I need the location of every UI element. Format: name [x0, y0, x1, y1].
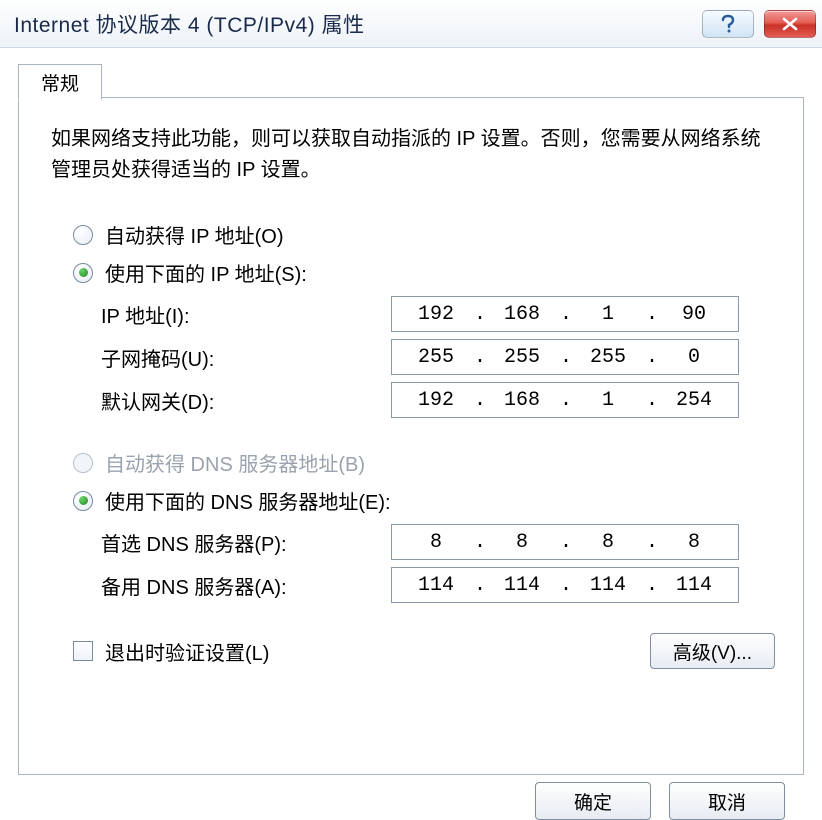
content-area: 常规 如果网络支持此功能，则可以获取自动指派的 IP 设置。否则，您需要从网络系…	[0, 48, 822, 775]
octet[interactable]: 255	[484, 346, 560, 369]
tab-strip: 常规	[18, 58, 804, 98]
tab-general[interactable]: 常规	[18, 64, 102, 100]
octet[interactable]: 114	[570, 574, 646, 597]
radio-icon	[73, 453, 93, 473]
octet[interactable]: 1	[570, 303, 646, 326]
field-label: IP 地址(I):	[101, 300, 391, 329]
octet[interactable]: 1	[570, 389, 646, 412]
octet[interactable]: 168	[484, 303, 560, 326]
field-label: 子网掩码(U):	[101, 343, 391, 372]
tab-panel: 如果网络支持此功能，则可以获取自动指派的 IP 设置。否则，您需要从网络系统管理…	[18, 97, 804, 775]
subnet-mask-input[interactable]: 255. 255. 255. 0	[391, 339, 739, 375]
cancel-button[interactable]: 取消	[669, 782, 785, 820]
row-preferred-dns: 首选 DNS 服务器(P): 8. 8. 8. 8	[101, 524, 775, 560]
radio-label: 使用下面的 DNS 服务器地址(E):	[105, 486, 391, 515]
octet[interactable]: 168	[484, 389, 560, 412]
octet[interactable]: 8	[656, 531, 732, 554]
octet[interactable]: 90	[656, 303, 732, 326]
radio-icon	[73, 225, 93, 245]
octet[interactable]: 114	[398, 574, 474, 597]
validate-checkbox-row[interactable]: 退出时验证设置(L)	[73, 637, 269, 666]
ip-group: 自动获得 IP 地址(O) 使用下面的 IP 地址(S): IP 地址(I): …	[73, 220, 775, 418]
octet[interactable]: 192	[398, 303, 474, 326]
alternate-dns-input[interactable]: 114. 114. 114. 114	[391, 567, 739, 603]
dns-group: 自动获得 DNS 服务器地址(B) 使用下面的 DNS 服务器地址(E): 首选…	[73, 448, 775, 603]
checkbox-label: 退出时验证设置(L)	[105, 637, 269, 666]
titlebar: Internet 协议版本 4 (TCP/IPv4) 属性	[0, 0, 822, 48]
octet[interactable]: 255	[398, 346, 474, 369]
octet[interactable]: 192	[398, 389, 474, 412]
radio-icon	[73, 263, 93, 283]
field-label: 首选 DNS 服务器(P):	[101, 528, 391, 557]
radio-dns-manual[interactable]: 使用下面的 DNS 服务器地址(E):	[73, 486, 775, 515]
ip-address-input[interactable]: 192. 168. 1. 90	[391, 296, 739, 332]
octet[interactable]: 8	[484, 531, 560, 554]
radio-label: 自动获得 IP 地址(O)	[105, 220, 284, 249]
radio-label: 自动获得 DNS 服务器地址(B)	[105, 448, 365, 477]
dialog-footer: 确定 取消	[535, 782, 785, 820]
octet[interactable]: 114	[484, 574, 560, 597]
checkbox-icon	[73, 641, 93, 661]
row-subnet-mask: 子网掩码(U): 255. 255. 255. 0	[101, 339, 775, 375]
octet[interactable]: 0	[656, 346, 732, 369]
row-default-gateway: 默认网关(D): 192. 168. 1. 254	[101, 382, 775, 418]
radio-dns-auto: 自动获得 DNS 服务器地址(B)	[73, 448, 775, 477]
bottom-row: 退出时验证设置(L) 高级(V)...	[73, 633, 775, 669]
ok-button[interactable]: 确定	[535, 782, 651, 820]
octet[interactable]: 254	[656, 389, 732, 412]
intro-text: 如果网络支持此功能，则可以获取自动指派的 IP 设置。否则，您需要从网络系统管理…	[47, 124, 775, 186]
octet[interactable]: 255	[570, 346, 646, 369]
field-label: 默认网关(D):	[101, 386, 391, 415]
radio-ip-auto[interactable]: 自动获得 IP 地址(O)	[73, 220, 775, 249]
default-gateway-input[interactable]: 192. 168. 1. 254	[391, 382, 739, 418]
field-label: 备用 DNS 服务器(A):	[101, 571, 391, 600]
octet[interactable]: 114	[656, 574, 732, 597]
help-button[interactable]	[702, 10, 754, 38]
advanced-button[interactable]: 高级(V)...	[650, 633, 775, 669]
octet[interactable]: 8	[398, 531, 474, 554]
row-alternate-dns: 备用 DNS 服务器(A): 114. 114. 114. 114	[101, 567, 775, 603]
radio-icon	[73, 491, 93, 511]
window-title: Internet 协议版本 4 (TCP/IPv4) 属性	[14, 9, 692, 39]
row-ip-address: IP 地址(I): 192. 168. 1. 90	[101, 296, 775, 332]
close-icon	[781, 16, 799, 32]
octet[interactable]: 8	[570, 531, 646, 554]
close-button[interactable]	[764, 10, 816, 38]
preferred-dns-input[interactable]: 8. 8. 8. 8	[391, 524, 739, 560]
help-icon	[719, 14, 737, 34]
radio-ip-manual[interactable]: 使用下面的 IP 地址(S):	[73, 258, 775, 287]
radio-label: 使用下面的 IP 地址(S):	[105, 258, 307, 287]
